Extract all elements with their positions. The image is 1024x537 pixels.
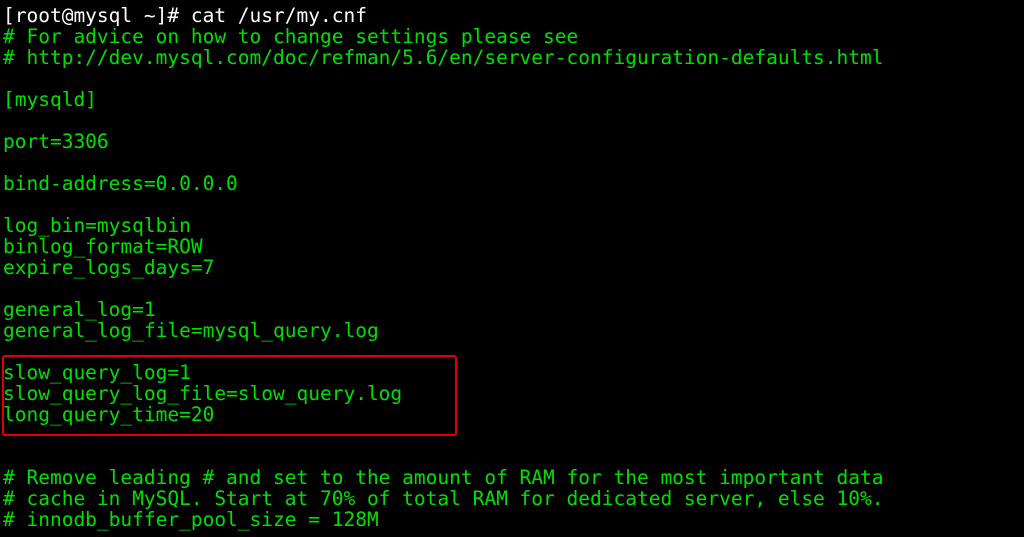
- config-comment-line: # cache in MySQL. Start at 70% of total …: [3, 487, 884, 510]
- config-line: log_bin=mysqlbin: [3, 214, 191, 237]
- config-line: general_log=1: [3, 298, 156, 321]
- config-comment-line: # For advice on how to change settings p…: [3, 25, 579, 48]
- config-comment-line: # http://dev.mysql.com/doc/refman/5.6/en…: [3, 46, 884, 69]
- config-line: binlog_format=ROW: [3, 235, 203, 258]
- config-comment-line: # innodb_buffer_pool_size = 128M: [3, 508, 379, 531]
- terminal-window[interactable]: [root@mysql ~]# cat /usr/my.cnf # For ad…: [0, 0, 1024, 537]
- config-line: general_log_file=mysql_query.log: [3, 319, 379, 342]
- config-section-header: [mysqld]: [3, 88, 97, 111]
- config-comment-line: # Remove leading # and set to the amount…: [3, 466, 884, 489]
- highlight-box: [2, 355, 457, 436]
- prompt-line: [root@mysql ~]# cat /usr/my.cnf: [3, 4, 367, 27]
- config-line: bind-address=0.0.0.0: [3, 172, 238, 195]
- config-line: expire_logs_days=7: [3, 256, 215, 279]
- config-line: port=3306: [3, 130, 109, 153]
